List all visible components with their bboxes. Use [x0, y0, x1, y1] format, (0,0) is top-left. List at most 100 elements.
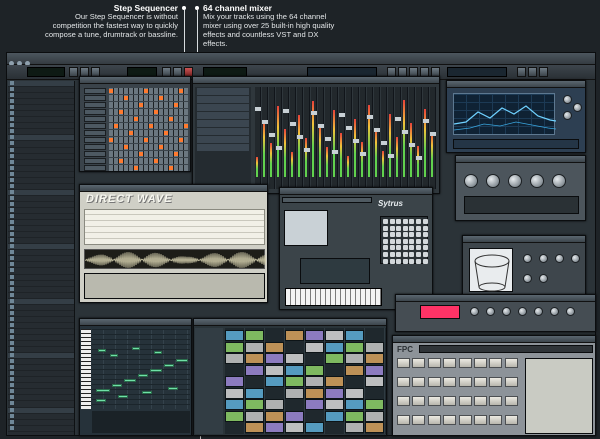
piano-roll-window[interactable] [79, 318, 192, 436]
drum-pad[interactable] [443, 358, 457, 368]
operator-display[interactable] [284, 210, 328, 246]
matrix-cell[interactable] [422, 232, 428, 238]
drum-pad[interactable] [458, 358, 472, 368]
mixer-channel[interactable] [325, 87, 331, 189]
matrix-cell[interactable] [396, 252, 402, 257]
channel-button[interactable] [84, 109, 106, 115]
channel-button[interactable] [84, 165, 106, 171]
pattern-clip[interactable] [265, 376, 284, 387]
channel-row[interactable] [84, 102, 188, 108]
drum-pad[interactable] [489, 415, 503, 425]
matrix-cell[interactable] [409, 245, 415, 251]
eq-band-controls[interactable] [453, 139, 579, 149]
note[interactable] [150, 369, 162, 372]
channel-fader[interactable] [269, 133, 275, 137]
matrix-cell[interactable] [383, 258, 388, 264]
channel-fader[interactable] [262, 120, 268, 124]
pattern-clip[interactable] [225, 330, 244, 341]
pattern-clip[interactable] [265, 353, 284, 364]
mixer-channel[interactable] [402, 87, 408, 189]
note[interactable] [118, 395, 128, 398]
matrix-cell[interactable] [409, 252, 415, 257]
effect-knob[interactable] [508, 174, 522, 188]
pattern-clip[interactable] [305, 399, 324, 410]
matrix-cell[interactable] [396, 245, 402, 251]
drum-pad[interactable] [397, 377, 410, 387]
matrix-cell[interactable] [389, 225, 395, 231]
matrix-cell[interactable] [416, 219, 421, 224]
active-step[interactable] [179, 89, 183, 93]
pattern-clip[interactable] [225, 341, 244, 353]
tool-button[interactable] [539, 67, 548, 77]
matrix-cell[interactable] [416, 245, 421, 251]
tool-button[interactable] [528, 67, 537, 77]
active-step[interactable] [169, 166, 173, 170]
pattern-clip[interactable] [345, 387, 364, 399]
drum-pad[interactable] [458, 396, 472, 406]
mixer-channel[interactable] [318, 87, 324, 189]
fpc-layer-editor[interactable] [525, 358, 593, 434]
pattern-clip[interactable] [265, 364, 284, 376]
active-step[interactable] [144, 138, 148, 142]
channel-row[interactable] [84, 116, 188, 122]
matrix-cell[interactable] [389, 232, 395, 238]
channel-fader[interactable] [367, 115, 373, 119]
active-step[interactable] [139, 103, 143, 107]
matrix-cell[interactable] [416, 258, 421, 264]
mixer-channel[interactable] [269, 87, 275, 189]
matrix-cell[interactable] [422, 258, 428, 264]
matrix-cell[interactable] [402, 225, 408, 231]
drum-pad[interactable] [443, 415, 457, 425]
effect-slot[interactable] [197, 88, 249, 95]
eq-graph[interactable] [453, 93, 557, 135]
mixer-channel[interactable] [423, 87, 429, 189]
mixer-channel[interactable] [374, 87, 380, 189]
pattern-clip[interactable] [325, 387, 344, 399]
playlist-grid[interactable] [225, 328, 386, 434]
eq-knob[interactable] [573, 103, 582, 112]
pattern-clip[interactable] [265, 422, 284, 433]
step-grid[interactable] [109, 109, 188, 115]
pattern-clip[interactable] [345, 341, 364, 353]
active-step[interactable] [119, 110, 123, 114]
shaper-knob[interactable] [555, 254, 564, 263]
step-sequencer-window[interactable] [79, 76, 191, 172]
drum-pad[interactable] [443, 396, 457, 406]
pattern-clip[interactable] [325, 376, 344, 387]
drum-pad[interactable] [427, 396, 441, 406]
step-sequencer-titlebar[interactable] [80, 77, 190, 84]
pattern-clip[interactable] [365, 410, 384, 422]
mixer-channel[interactable] [276, 87, 282, 189]
effect-slot[interactable] [197, 136, 249, 143]
piano-roll-grid[interactable] [92, 329, 190, 409]
delay-knob[interactable] [470, 307, 479, 316]
piano-roll-titlebar[interactable] [80, 319, 191, 326]
pattern-clip[interactable] [305, 330, 324, 341]
channel-fader[interactable] [318, 124, 324, 128]
fpc-window[interactable]: FPC [392, 335, 596, 436]
matrix-cell[interactable] [383, 252, 388, 257]
matrix-cell[interactable] [402, 258, 408, 264]
note[interactable] [164, 364, 174, 367]
pattern-clip[interactable] [345, 364, 364, 376]
channel-fader[interactable] [430, 132, 436, 136]
channel-row[interactable] [84, 151, 188, 157]
pattern-clip[interactable] [305, 387, 324, 399]
pattern-clip[interactable] [345, 422, 364, 433]
piano-roll-keyboard[interactable] [81, 329, 91, 409]
menu-button[interactable] [69, 67, 78, 77]
channel-button[interactable] [84, 158, 106, 164]
step-grid[interactable] [109, 116, 188, 122]
drum-pad[interactable] [458, 377, 472, 387]
drum-pad[interactable] [504, 415, 518, 425]
effect-plugin-titlebar[interactable] [456, 156, 585, 163]
matrix-cell[interactable] [396, 238, 402, 244]
active-step[interactable] [134, 166, 138, 170]
mixer-channel[interactable] [416, 87, 422, 189]
drum-pad[interactable] [397, 396, 410, 406]
matrix-cell[interactable] [383, 219, 388, 224]
channel-fader[interactable] [346, 126, 352, 130]
eq-knob[interactable] [563, 111, 572, 120]
pattern-clip[interactable] [245, 341, 264, 353]
drum-pad[interactable] [427, 415, 441, 425]
